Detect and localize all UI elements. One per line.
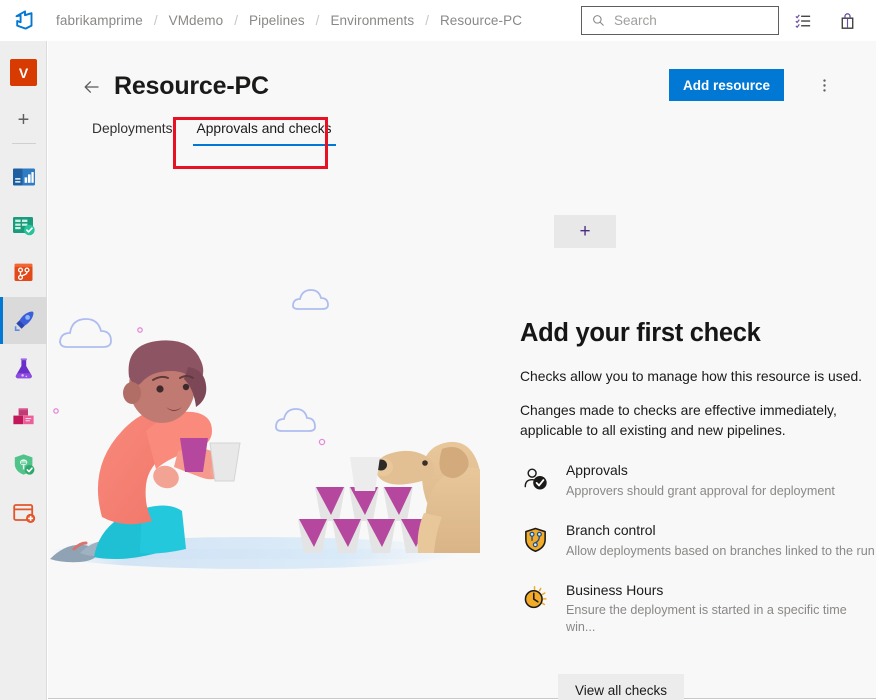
sidebar-item-add-extension[interactable]	[0, 489, 47, 536]
business-hours-clock-icon	[520, 584, 550, 614]
plus-icon: +	[17, 108, 30, 131]
breadcrumb-separator: /	[425, 12, 429, 28]
breadcrumb-item-org[interactable]: fabrikamprime	[54, 13, 145, 28]
left-nav-rail: V +	[0, 41, 47, 700]
view-all-checks-button[interactable]: View all checks	[558, 674, 685, 700]
sidebar-item-boards[interactable]	[0, 201, 47, 248]
sidebar-item-test-plans[interactable]	[0, 345, 47, 392]
cloud-icon	[275, 408, 316, 432]
artifacts-boxes-icon	[12, 407, 34, 424]
breadcrumb-separator: /	[234, 12, 238, 28]
approvals-person-check-icon	[520, 464, 550, 494]
list-item[interactable]: Business Hours Ensure the deployment is …	[520, 582, 876, 635]
flask-icon	[15, 357, 32, 378]
empty-state-paragraph-1: Checks allow you to manage how this reso…	[520, 368, 863, 384]
plus-icon: +	[579, 221, 591, 242]
check-type-list: Approvals Approvers should grant approva…	[520, 462, 876, 635]
empty-state-paragraph-2: Changes made to checks are effective imm…	[520, 402, 837, 439]
main-content: Resource-PC Add resource Deployments App…	[48, 41, 876, 700]
repos-icon	[14, 263, 32, 281]
app-root: fabrikamprime / VMdemo / Pipelines / Env…	[0, 0, 876, 700]
breadcrumb-item-current[interactable]: Resource-PC	[438, 13, 524, 28]
empty-state-panel: Add your first check Checks allow you to…	[520, 319, 876, 700]
add-resource-button[interactable]: Add resource	[668, 69, 784, 101]
more-vertical-icon[interactable]	[810, 71, 838, 99]
overview-icon	[12, 168, 35, 185]
azure-devops-logo-icon[interactable]	[0, 0, 48, 41]
cloud-icon	[59, 318, 112, 348]
sidebar-item-repos[interactable]	[0, 249, 47, 296]
avatar: V	[10, 59, 37, 86]
breadcrumb-item-pipelines[interactable]: Pipelines	[247, 13, 307, 28]
branch-control-shield-icon	[520, 524, 550, 554]
breadcrumb: fabrikamprime / VMdemo / Pipelines / Env…	[48, 0, 524, 41]
search-placeholder: Search	[614, 13, 657, 28]
person-stacking-cups-with-dog-illustration	[50, 281, 531, 601]
sidebar-item-security[interactable]	[0, 441, 47, 488]
sidebar-item-artifacts[interactable]	[0, 393, 47, 440]
empty-state-heading: Add your first check	[520, 319, 761, 347]
pipelines-rocket-icon	[14, 311, 33, 331]
tab-list: Deployments Approvals and checks	[80, 113, 344, 146]
page-title: Resource-PC	[114, 72, 269, 100]
check-description: Allow deployments based on branches link…	[566, 543, 875, 558]
search-input[interactable]: Search	[581, 6, 779, 35]
breadcrumb-item-project[interactable]: VMdemo	[167, 13, 226, 28]
check-description: Ensure the deployment is started in a sp…	[566, 603, 847, 634]
sidebar-item-overview[interactable]	[0, 153, 47, 200]
back-arrow-icon[interactable]	[80, 75, 104, 99]
breadcrumb-separator: /	[153, 12, 158, 28]
cloud-icon	[292, 289, 329, 310]
top-bar: fabrikamprime / VMdemo / Pipelines / Env…	[0, 0, 876, 41]
shield-check-icon	[14, 453, 34, 475]
rail-divider	[12, 143, 36, 144]
list-item[interactable]: Approvals Approvers should grant approva…	[520, 462, 876, 499]
shopping-bag-icon[interactable]	[835, 9, 859, 33]
breadcrumb-item-environments[interactable]: Environments	[328, 13, 416, 28]
check-name: Branch control	[566, 522, 656, 539]
list-item[interactable]: Branch control Allow deployments based o…	[520, 522, 876, 559]
add-check-button[interactable]: +	[554, 215, 616, 248]
check-name: Business Hours	[566, 581, 664, 598]
sidebar-item-profile[interactable]: V	[0, 49, 47, 96]
check-name: Approvals	[566, 462, 628, 479]
checklist-icon[interactable]	[791, 9, 815, 33]
tab-approvals-and-checks[interactable]: Approvals and checks	[185, 113, 344, 146]
sidebar-item-pipelines[interactable]	[0, 297, 47, 344]
sidebar-item-add[interactable]: +	[0, 96, 47, 143]
tab-deployments[interactable]: Deployments	[80, 113, 185, 146]
breadcrumb-separator: /	[315, 12, 320, 28]
page-header: Resource-PC	[80, 72, 269, 101]
boards-icon	[12, 216, 35, 235]
archive-add-icon	[12, 503, 35, 523]
search-icon	[593, 15, 604, 26]
check-description: Approvers should grant approval for depl…	[566, 483, 835, 498]
